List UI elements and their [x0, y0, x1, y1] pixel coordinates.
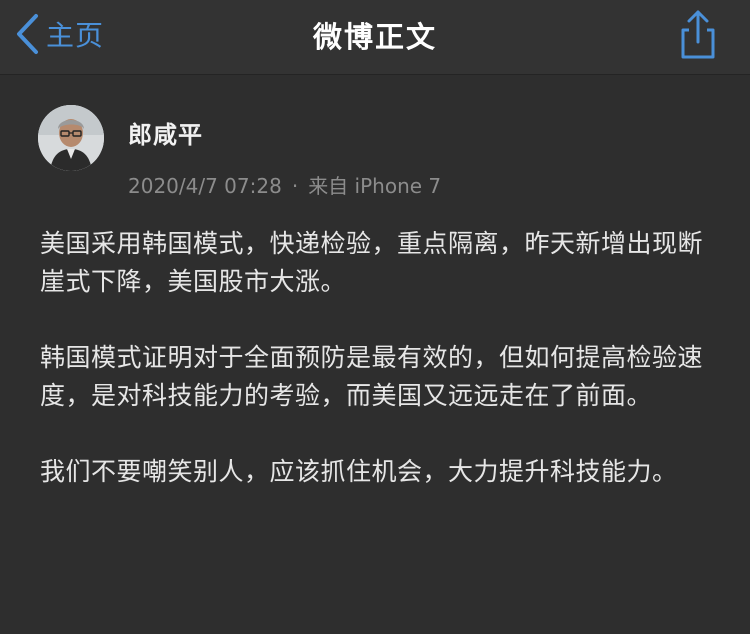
post-paragraph: 我们不要嘲笑别人，应该抓住机会，大力提升科技能力。 [40, 457, 678, 486]
share-button[interactable] [674, 8, 722, 60]
share-icon [681, 10, 715, 59]
post-body: 美国采用韩国模式，快递检验，重点隔离，昨天新增出现断崖式下降，美国股市大涨。 韩… [40, 225, 720, 491]
meta-separator: · [291, 174, 299, 198]
post-meta: 2020/4/7 07:28 · 来自 iPhone 7 [128, 170, 441, 199]
page-title: 微博正文 [312, 20, 437, 54]
avatar[interactable] [38, 105, 104, 171]
post-content: 郎咸平 2020/4/7 07:28 · 来自 iPhone 7 美国采用韩国模式，… [0, 75, 750, 634]
post-paragraph: 美国采用韩国模式，快递检验，重点隔离，昨天新增出现断崖式下降，美国股市大涨。 [40, 229, 704, 296]
author-name[interactable]: 郎咸平 [128, 115, 203, 150]
navigation-bar: 主页 微博正文 [0, 0, 750, 75]
avatar-photo-icon [38, 105, 104, 171]
post-source: 来自 iPhone 7 [308, 174, 442, 198]
post-timestamp: 2020/4/7 07:28 [128, 174, 282, 198]
post-paragraph: 韩国模式证明对于全面预防是最有效的，但如何提高检验速度，是对科技能力的考验，而美… [40, 343, 704, 410]
